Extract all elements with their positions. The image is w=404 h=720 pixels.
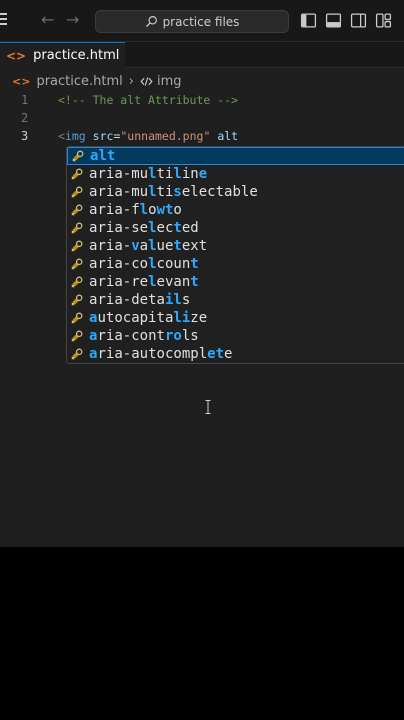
symbol-property-icon [71,168,83,180]
html-file-icon: <> [6,48,27,63]
suggestion-label: aria-colcount [89,256,199,272]
suggestion-label: aria-details [89,292,191,308]
customize-layout-icon[interactable] [375,12,392,29]
symbol-property-icon [71,294,83,306]
title-bar: ← → practice files [0,0,404,42]
suggestion-item[interactable]: aria-controls [67,327,404,345]
symbol-property-icon [71,204,83,216]
arrow-left-icon[interactable]: ← [41,11,54,29]
search-text: practice files [162,14,240,29]
suggestion-item[interactable]: alt [67,147,404,165]
symbol-property-icon [71,348,83,360]
symbol-property-icon [71,222,83,234]
suggestion-label: autocapitalize [89,310,208,326]
tag-name: img [64,129,86,143]
suggestion-item[interactable]: aria-valuetext [67,237,404,255]
line-number: 3 [21,129,29,143]
symbol-property-icon [71,276,83,288]
tag-open-bracket: < [58,129,65,143]
suggestion-label: aria-multiselectable [89,184,258,200]
suggestion-label: aria-controls [89,328,199,344]
autocomplete-suggestions: alt aria-multiline aria-multiselectable ari… [66,146,404,364]
code-line-1[interactable]: 1 <!-- The alt Attribute --> [0,91,404,109]
attribute-name: src [92,129,114,143]
suggestion-label: aria-valuetext [89,238,208,254]
toggle-secondary-sidebar-icon[interactable] [350,12,367,29]
symbol-property-icon [71,330,83,342]
suggestion-label: aria-autocomplete [89,346,233,362]
breadcrumb-symbol[interactable]: img [157,74,182,89]
suggestion-label: aria-relevant [89,274,199,290]
symbol-element-icon [140,76,153,86]
suggestion-item[interactable]: autocapitalize [67,309,404,327]
breadcrumb-file[interactable]: practice.html [36,74,122,89]
toggle-primary-sidebar-icon[interactable] [300,12,317,29]
suggestion-label: aria-flowto [89,202,182,218]
html-comment: <!-- The alt Attribute --> [58,93,239,107]
symbol-property-icon [71,240,83,252]
suggestion-item[interactable]: aria-autocomplete [67,345,404,363]
symbol-property-icon [71,258,83,270]
suggestion-item[interactable]: aria-relevant [67,273,404,291]
suggestion-label: aria-selected [89,220,199,236]
code-line-2[interactable]: 2 [0,109,404,127]
menu-icon[interactable] [0,13,8,27]
symbol-property-icon [72,150,84,162]
suggestion-item[interactable]: aria-selected [67,219,404,237]
suggestion-label: alt [90,148,116,164]
search-icon [145,16,157,27]
text-cursor-icon [205,400,211,414]
suggestion-label: aria-multiline [89,166,208,182]
line-number: 1 [21,93,29,107]
suggestion-item[interactable]: aria-multiline [67,165,404,183]
line-number: 2 [21,111,29,125]
attribute-value: "unnamed.png" [120,129,211,143]
attribute-name: alt [217,129,239,143]
arrow-right-icon[interactable]: → [66,11,79,29]
html-file-icon: <> [12,74,31,88]
suggestion-item[interactable]: aria-flowto [67,201,404,219]
vscode-window: ← → practice files <> practice.html <> p… [0,0,404,547]
suggestion-item[interactable]: aria-multiselectable [67,183,404,201]
symbol-property-icon [71,312,83,324]
symbol-property-icon [71,186,83,198]
suggestion-item[interactable]: aria-colcount [67,255,404,273]
editor-tab-bar: <> practice.html [0,42,404,68]
code-text: <img src="unnamed.png" alt [58,129,238,143]
toggle-panel-icon[interactable] [325,12,342,29]
breadcrumb: <> practice.html › img [0,70,181,92]
tab-practice-html[interactable]: <> practice.html [0,42,125,68]
code-line-3[interactable]: 3 <img src="unnamed.png" alt [0,127,404,145]
command-center-search[interactable]: practice files [95,10,289,33]
tab-label: practice.html [33,48,120,63]
breadcrumb-separator: › [128,73,134,89]
suggestion-item[interactable]: aria-details [67,291,404,309]
